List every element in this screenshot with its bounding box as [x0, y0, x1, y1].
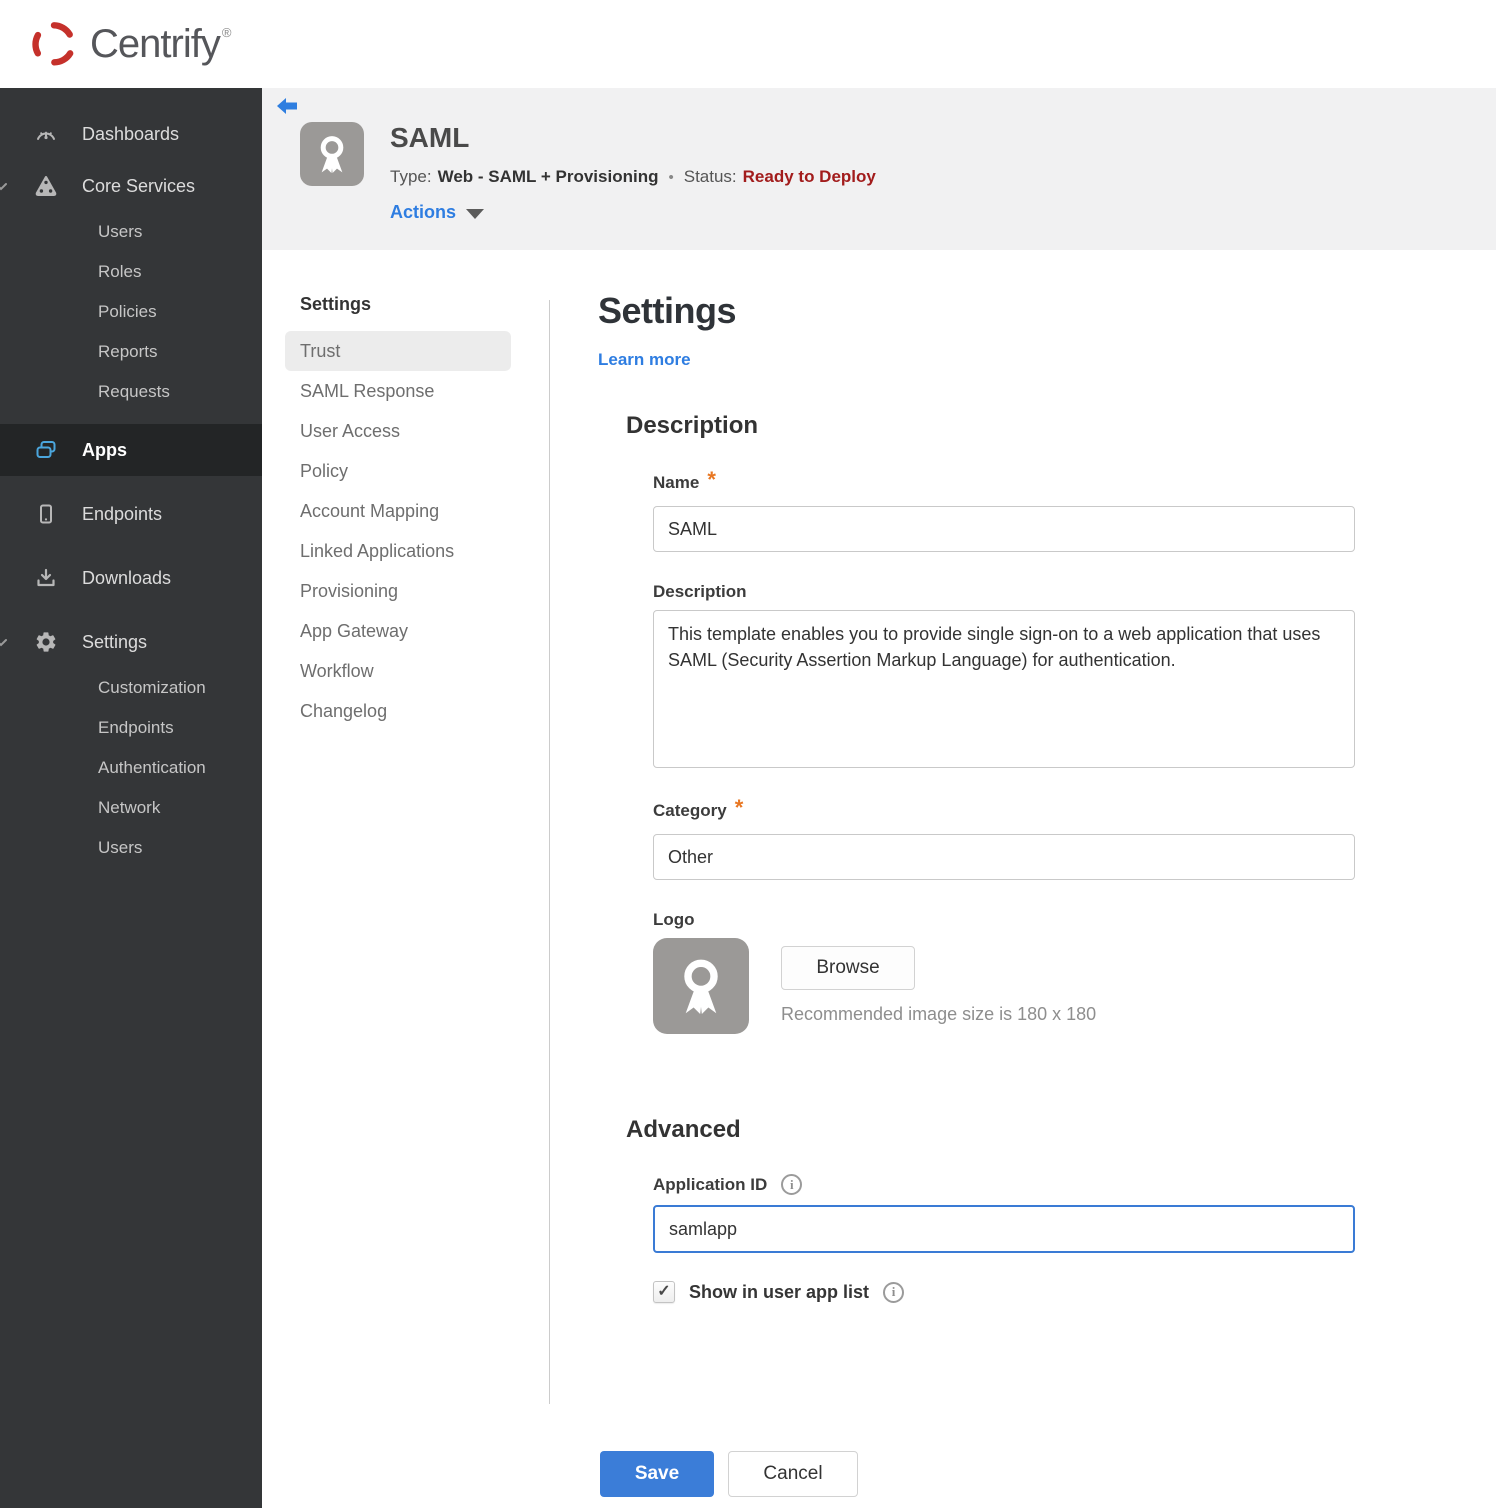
subnav-item-trust[interactable]: Trust	[285, 331, 511, 371]
sidebar-item-core-services[interactable]: Core Services	[0, 160, 262, 212]
meta-separator: •	[668, 168, 674, 186]
name-label: Name	[653, 473, 700, 492]
sidebar-item-settings-users[interactable]: Users	[0, 828, 262, 868]
subnav-item-provisioning[interactable]: Provisioning	[285, 571, 511, 611]
subnav-item-user-access[interactable]: User Access	[285, 411, 511, 451]
subnav-heading: Settings	[300, 294, 372, 314]
app-header: SAML Type: Web - SAML + Provisioning • S…	[262, 88, 1496, 250]
type-value: Web - SAML + Provisioning	[437, 167, 659, 186]
logo-preview	[653, 938, 749, 1034]
sidebar-label: Downloads	[82, 567, 172, 588]
caret-down-icon	[466, 208, 485, 219]
settings-panel: Settings Learn more Description Name * D…	[598, 290, 1378, 1497]
centrify-logo: Centrify ®	[0, 0, 1496, 88]
brand-name: Centrify	[90, 21, 221, 66]
app-subnav: Settings Trust SAML Response User Access…	[285, 294, 511, 731]
subnav-item-app-gateway[interactable]: App Gateway	[285, 611, 511, 651]
app-logo-thumbnail	[300, 122, 364, 186]
required-asterisk: *	[707, 467, 716, 492]
subnav-item-changelog[interactable]: Changelog	[285, 691, 511, 731]
logo-size-hint: Recommended image size is 180 x 180	[781, 1004, 1097, 1024]
browse-button[interactable]: Browse	[781, 946, 915, 990]
gear-icon	[34, 630, 58, 654]
application-id-input[interactable]	[653, 1205, 1355, 1253]
page-title: Settings	[598, 290, 737, 331]
sidebar-item-requests[interactable]: Requests	[0, 372, 262, 412]
sidebar-item-endpoints[interactable]: Endpoints	[0, 488, 262, 540]
show-in-user-app-list-checkbox[interactable]: ✓	[653, 1281, 675, 1303]
save-button[interactable]: Save	[600, 1451, 714, 1497]
mobile-device-icon	[34, 502, 58, 526]
sidebar-item-users[interactable]: Users	[0, 212, 262, 252]
subnav-item-policy[interactable]: Policy	[285, 451, 511, 491]
application-id-label: Application ID	[653, 1174, 768, 1194]
sidebar-item-roles[interactable]: Roles	[0, 252, 262, 292]
status-value: Ready to Deploy	[742, 167, 876, 186]
core-services-icon	[34, 174, 58, 198]
top-bar: Centrify ®	[0, 0, 1496, 88]
centrify-swirl-icon	[32, 22, 74, 66]
advanced-section-heading: Advanced	[626, 1116, 741, 1143]
sidebar-label: Apps	[82, 439, 127, 460]
category-label: Category	[653, 801, 727, 820]
show-in-user-app-list-label: Show in user app list	[689, 1281, 870, 1302]
sidebar-item-dashboards[interactable]: Dashboards	[0, 108, 262, 160]
info-icon[interactable]: i	[883, 1281, 905, 1303]
name-input[interactable]	[653, 506, 1355, 552]
checkmark-icon: ✓	[657, 1283, 671, 1300]
gauge-icon	[34, 122, 58, 146]
sidebar-item-authentication[interactable]: Authentication	[0, 748, 262, 788]
sidebar-item-reports[interactable]: Reports	[0, 332, 262, 372]
vertical-divider	[549, 300, 550, 1404]
type-label: Type:	[390, 167, 432, 186]
cancel-button[interactable]: Cancel	[728, 1451, 858, 1497]
app-title: SAML	[390, 122, 470, 153]
apps-icon	[34, 438, 58, 462]
description-textarea[interactable]: This template enables you to provide sin…	[653, 610, 1355, 768]
sidebar-label: Endpoints	[82, 503, 163, 524]
category-input[interactable]	[653, 834, 1355, 880]
actions-label: Actions	[390, 202, 457, 222]
actions-dropdown[interactable]: Actions	[390, 202, 876, 223]
subnav-item-workflow[interactable]: Workflow	[285, 651, 511, 691]
download-icon	[34, 566, 58, 590]
logo-label: Logo	[653, 910, 695, 929]
description-section-heading: Description	[626, 412, 759, 439]
status-label: Status:	[683, 167, 737, 186]
learn-more-link[interactable]: Learn more	[598, 350, 691, 370]
sidebar-label: Settings	[82, 631, 148, 652]
sidebar-item-customization[interactable]: Customization	[0, 668, 262, 708]
subnav-item-saml-response[interactable]: SAML Response	[285, 371, 511, 411]
sidebar-label: Core Services	[82, 175, 196, 196]
sidebar-item-policies[interactable]: Policies	[0, 292, 262, 332]
required-asterisk: *	[734, 795, 744, 820]
sidebar-label: Dashboards	[82, 123, 180, 144]
back-arrow-icon[interactable]	[276, 96, 298, 116]
brand-trademark: ®	[221, 24, 232, 40]
sidebar-item-downloads[interactable]: Downloads	[0, 552, 262, 604]
chevron-down-icon	[0, 183, 7, 191]
app-meta: Type: Web - SAML + Provisioning • Status…	[390, 167, 876, 187]
sidebar-item-settings[interactable]: Settings	[0, 616, 262, 668]
sidebar-item-apps[interactable]: Apps	[0, 424, 262, 476]
subnav-item-account-mapping[interactable]: Account Mapping	[285, 491, 511, 531]
sidebar-item-network[interactable]: Network	[0, 788, 262, 828]
chevron-down-icon	[0, 639, 7, 647]
info-icon[interactable]: i	[781, 1174, 803, 1195]
sidebar-item-settings-endpoints[interactable]: Endpoints	[0, 708, 262, 748]
subnav-item-linked-applications[interactable]: Linked Applications	[285, 531, 511, 571]
description-label: Description	[653, 582, 747, 601]
sidebar: Dashboards Core Services Users Roles Pol…	[0, 88, 262, 1508]
